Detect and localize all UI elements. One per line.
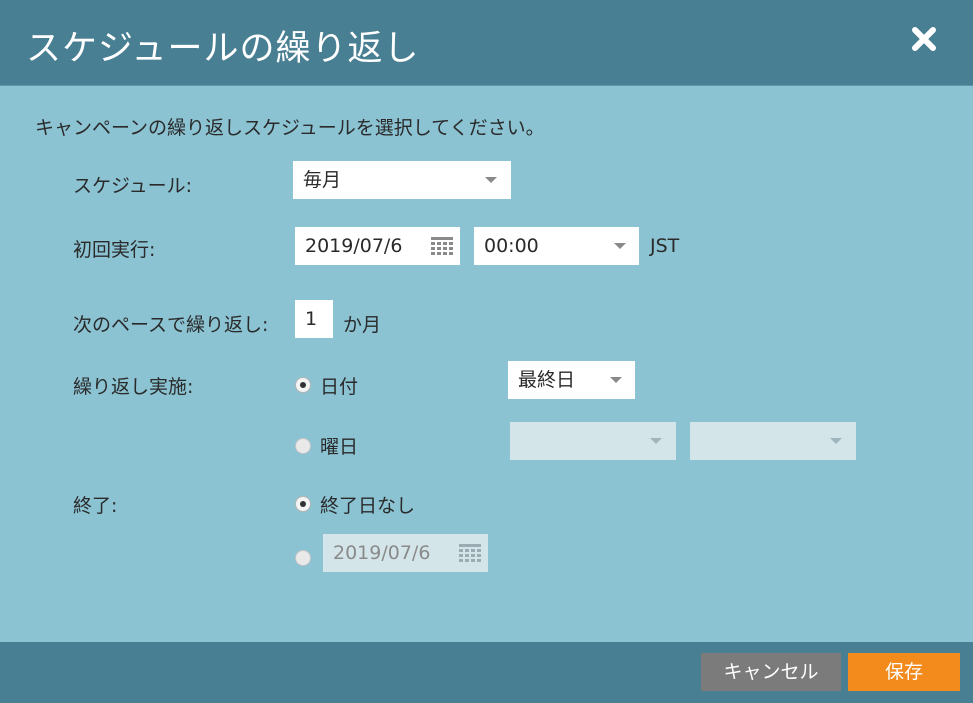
chevron-down-icon [614, 243, 626, 249]
save-button[interactable]: 保存 [848, 653, 960, 691]
repeat-on-date-radio[interactable] [295, 377, 311, 393]
chevron-down-icon [650, 438, 662, 444]
end-no-date-radio[interactable] [295, 496, 311, 512]
first-run-date-field[interactable]: 2019/07/6 [295, 227, 460, 265]
repeat-on-date-select[interactable]: 最終日 [508, 361, 635, 399]
repeat-every-unit: か月 [343, 314, 382, 336]
end-on-date-radio[interactable] [295, 550, 311, 566]
dialog-header: スケジュールの繰り返し [0, 0, 973, 86]
chevron-down-icon [485, 177, 497, 183]
repeat-every-label: 次のペースで繰り返し: [73, 314, 269, 336]
weekday-day-select[interactable] [690, 422, 856, 460]
repeat-on-label: 繰り返し実施: [73, 376, 194, 398]
schedule-value: 毎月 [303, 169, 342, 191]
repeat-on-weekday-radio[interactable] [295, 438, 311, 454]
first-run-time-select[interactable]: 00:00 [474, 227, 639, 265]
first-run-time-value: 00:00 [484, 235, 539, 257]
dialog-title: スケジュールの繰り返し [26, 29, 420, 69]
chevron-down-icon [830, 438, 842, 444]
close-icon[interactable] [909, 24, 939, 54]
end-label: 終了: [73, 495, 118, 517]
weekday-ordinal-select[interactable] [510, 422, 676, 460]
first-run-label: 初回実行: [73, 239, 156, 261]
repeat-every-input[interactable]: 1 [295, 300, 333, 338]
repeat-on-weekday-option: 曜日 [320, 436, 359, 458]
schedule-select[interactable]: 毎月 [293, 161, 511, 199]
timezone-label: JST [650, 235, 680, 257]
repeat-on-date-value: 最終日 [518, 369, 576, 391]
cancel-button[interactable]: キャンセル [701, 653, 841, 691]
schedule-label: スケジュール: [73, 175, 193, 197]
repeat-every-value: 1 [305, 308, 318, 330]
dialog-body: キャンペーンの繰り返しスケジュールを選択してください。 スケジュール: 毎月 初… [0, 86, 973, 642]
repeat-on-date-option: 日付 [320, 376, 359, 398]
calendar-icon[interactable] [459, 544, 481, 562]
end-no-date-option: 終了日なし [320, 495, 416, 517]
end-date-field[interactable]: 2019/07/6 [323, 534, 488, 572]
end-date-value: 2019/07/6 [333, 542, 431, 564]
calendar-icon[interactable] [431, 237, 453, 255]
instructions-text: キャンペーンの繰り返しスケジュールを選択してください。 [35, 117, 545, 139]
first-run-date-value: 2019/07/6 [305, 235, 403, 257]
dialog-footer: キャンセル 保存 [0, 642, 973, 703]
chevron-down-icon [610, 377, 622, 383]
